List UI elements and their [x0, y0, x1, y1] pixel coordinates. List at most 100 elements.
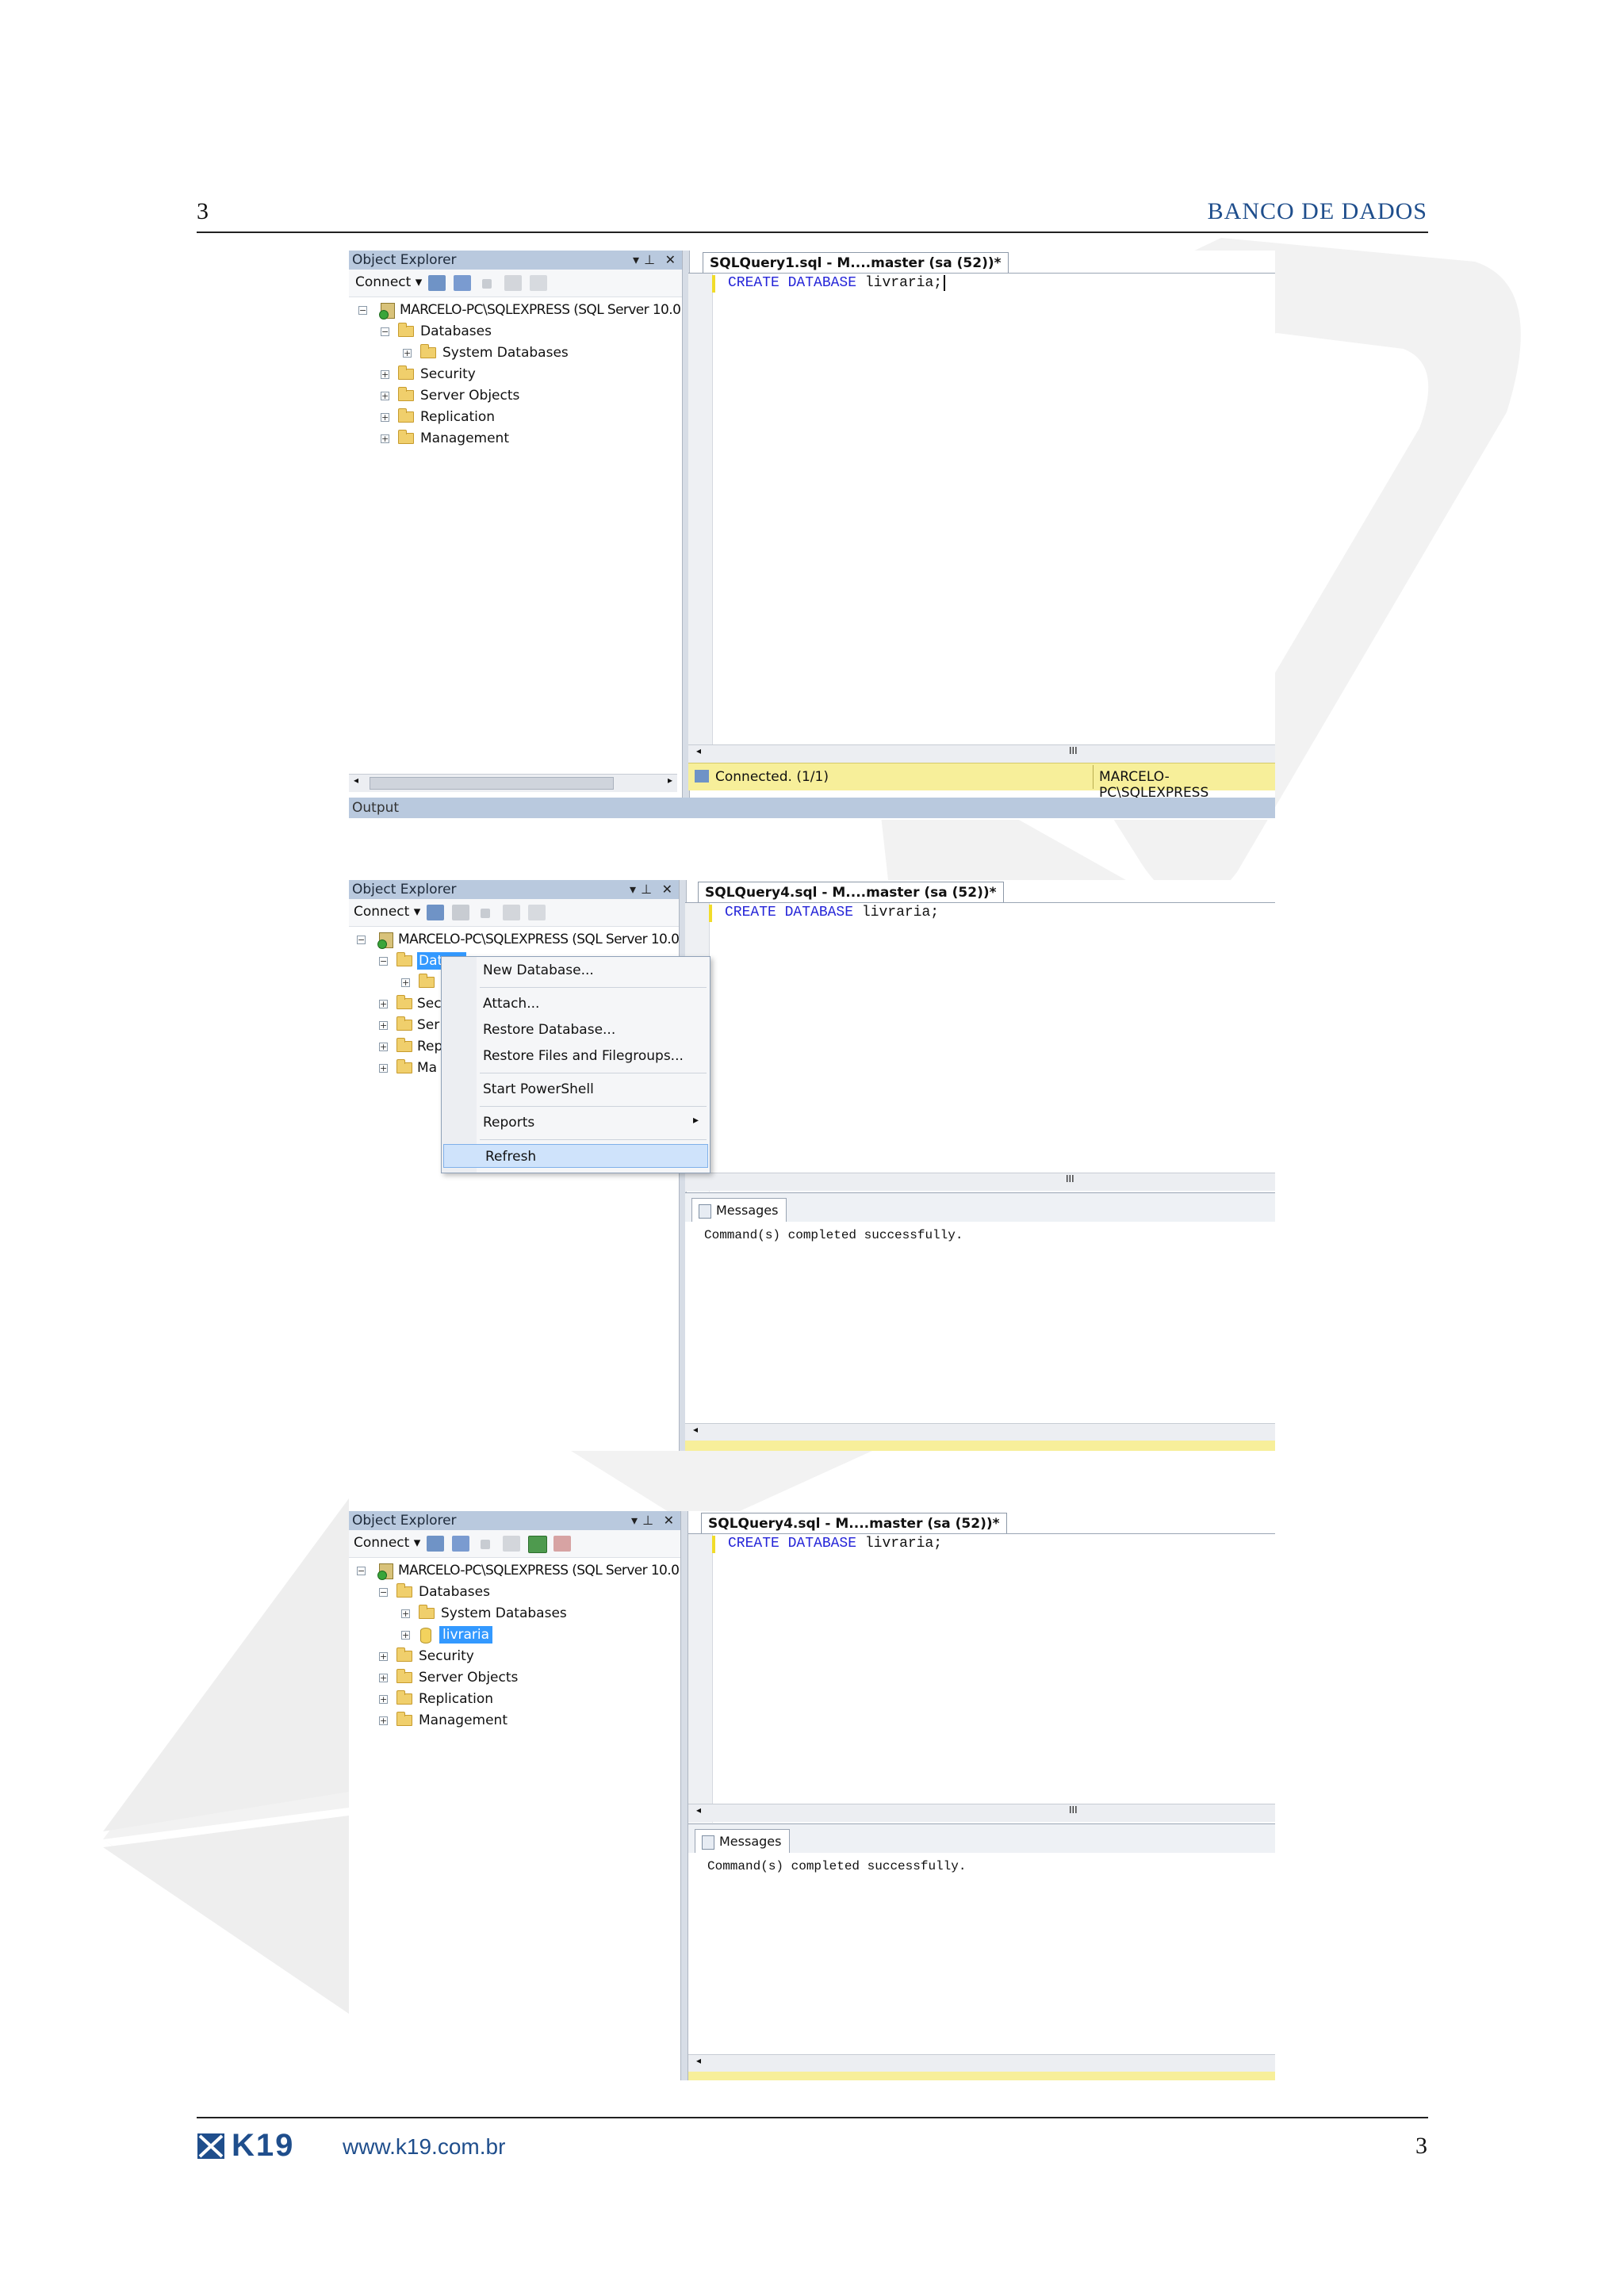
sql-code-line[interactable]: CREATE DATABASE livraria;: [728, 275, 946, 291]
connect-engine-icon[interactable]: [428, 275, 446, 291]
editor-horizontal-scrollbar[interactable]: III: [685, 1173, 1275, 1191]
scroll-right-icon[interactable]: ▸: [668, 775, 672, 786]
output-title: Output: [352, 800, 400, 816]
sql-code-line[interactable]: CREATE DATABASE livraria;: [728, 1536, 942, 1552]
disconnect-icon[interactable]: [454, 275, 471, 291]
menu-item-new-database[interactable]: New Database...: [442, 959, 710, 982]
menu-item-restore-files[interactable]: Restore Files and Filegroups...: [442, 1044, 710, 1068]
script-icon[interactable]: [553, 1536, 571, 1552]
tab-messages[interactable]: Messages: [691, 1198, 787, 1222]
query-editor[interactable]: CREATE DATABASE livraria; ◂ III: [688, 273, 1275, 763]
stop-icon[interactable]: [481, 909, 490, 918]
collapse-icon[interactable]: −: [379, 1588, 388, 1597]
tree-label: System Databases: [442, 345, 569, 361]
stop-icon[interactable]: [482, 279, 492, 289]
filter-icon[interactable]: [504, 275, 522, 291]
expand-icon[interactable]: +: [381, 370, 389, 379]
pin-icon[interactable]: ⊥: [644, 251, 655, 270]
expand-icon[interactable]: +: [403, 349, 412, 358]
menu-item-start-powershell[interactable]: Start PowerShell: [442, 1077, 710, 1101]
filter-icon[interactable]: [503, 1536, 520, 1552]
expand-icon[interactable]: +: [379, 1695, 388, 1704]
sql-keyword: DATABASE: [784, 905, 854, 920]
query-editor[interactable]: CREATE DATABASE livraria; ◂ III: [688, 1533, 1275, 1823]
connect-button[interactable]: Connect ▾: [355, 274, 422, 290]
dropdown-icon[interactable]: ▾: [633, 251, 639, 270]
scroll-thumb[interactable]: [370, 777, 614, 790]
object-explorer-titlebar: Object Explorer ▾ ⊥ ✕: [349, 1511, 680, 1530]
expand-icon[interactable]: +: [379, 1674, 388, 1682]
connect-engine-icon[interactable]: [427, 905, 444, 920]
expand-icon[interactable]: +: [381, 434, 389, 443]
tree-label: Security: [419, 1648, 474, 1664]
pin-icon[interactable]: ⊥: [641, 880, 652, 899]
close-icon[interactable]: ✕: [665, 251, 676, 270]
messages-horizontal-scrollbar[interactable]: ◂: [685, 1423, 1275, 1441]
close-icon[interactable]: ✕: [664, 1511, 674, 1530]
panel-splitter[interactable]: [680, 1511, 688, 2080]
footer-logo-text: K19: [232, 2128, 295, 2163]
tree-server-node[interactable]: − MARCELO-PC\SQLEXPRESS (SQL Server 10.0…: [357, 929, 691, 950]
tree-label: Sec: [417, 996, 442, 1012]
tab-messages[interactable]: Messages: [695, 1829, 791, 1853]
scroll-left-icon[interactable]: ◂: [696, 2055, 701, 2066]
collapse-icon[interactable]: −: [358, 306, 367, 315]
tab-sqlquery4[interactable]: SQLQuery4.sql - M....master (sa (52))*: [698, 882, 1004, 902]
editor-horizontal-scrollbar[interactable]: ◂ III: [688, 744, 1275, 763]
scroll-left-icon[interactable]: ◂: [354, 775, 358, 786]
menu-item-restore-database[interactable]: Restore Database...: [442, 1018, 710, 1042]
sql-code-line[interactable]: CREATE DATABASE livraria;: [725, 905, 939, 920]
query-editor[interactable]: CREATE DATABASE livraria; III: [685, 902, 1275, 1192]
expand-icon[interactable]: +: [401, 978, 410, 987]
changed-line-marker: [712, 275, 715, 293]
tab-sqlquery4[interactable]: SQLQuery4.sql - M....master (sa (52))*: [701, 1513, 1007, 1533]
filter-icon[interactable]: [503, 905, 520, 920]
tree-label: Replication: [420, 409, 496, 425]
disconnect-icon[interactable]: [452, 905, 469, 920]
refresh-icon[interactable]: [528, 1536, 547, 1553]
messages-horizontal-scrollbar[interactable]: ◂: [688, 2054, 1275, 2072]
dropdown-icon[interactable]: ▾: [630, 880, 636, 899]
folder-icon: [396, 1669, 412, 1683]
object-explorer-panel: Object Explorer ▾ ⊥ ✕ Connect ▾ − MARCEL…: [349, 251, 693, 798]
expand-icon[interactable]: +: [379, 1064, 388, 1073]
connect-engine-icon[interactable]: [427, 1536, 444, 1552]
refresh-icon[interactable]: [528, 905, 546, 920]
refresh-icon[interactable]: [530, 275, 547, 291]
collapse-icon[interactable]: −: [357, 936, 366, 944]
dropdown-icon[interactable]: ▾: [631, 1511, 638, 1530]
tree-server-node[interactable]: − MARCELO-PC\SQLEXPRESS (SQL Server 10.0…: [357, 1560, 691, 1581]
expand-icon[interactable]: +: [379, 1652, 388, 1661]
expand-icon[interactable]: +: [379, 1716, 388, 1725]
server-node-label: MARCELO-PC\SQLEXPRESS (SQL Server 10.0.2: [400, 302, 693, 318]
footer-url-link[interactable]: www.k19.com.br: [343, 2134, 505, 2160]
connect-button[interactable]: Connect ▾: [354, 1535, 420, 1551]
menu-item-attach[interactable]: Attach...: [442, 992, 710, 1016]
scroll-left-icon[interactable]: ◂: [693, 1424, 698, 1435]
pin-icon[interactable]: ⊥: [642, 1511, 653, 1530]
expand-icon[interactable]: +: [379, 1043, 388, 1051]
disconnect-icon[interactable]: [452, 1536, 469, 1552]
expand-icon[interactable]: +: [401, 1631, 410, 1640]
tree-server-node[interactable]: − MARCELO-PC\SQLEXPRESS (SQL Server 10.0…: [358, 300, 693, 320]
folder-icon: [419, 974, 435, 988]
connect-button[interactable]: Connect ▾: [354, 904, 420, 920]
expand-icon[interactable]: +: [379, 1000, 388, 1008]
menu-item-refresh[interactable]: Refresh: [443, 1144, 708, 1168]
stop-icon[interactable]: [481, 1540, 490, 1549]
menu-item-reports[interactable]: Reports: [442, 1111, 710, 1135]
editor-horizontal-scrollbar[interactable]: ◂ III: [688, 1804, 1275, 1822]
tree-label: Rep: [417, 1039, 443, 1054]
collapse-icon[interactable]: −: [379, 957, 388, 966]
scroll-left-icon[interactable]: ◂: [696, 745, 701, 756]
tree-horizontal-scrollbar[interactable]: ◂ ▸: [349, 774, 677, 792]
expand-icon[interactable]: +: [381, 392, 389, 400]
scroll-left-icon[interactable]: ◂: [696, 1804, 701, 1816]
collapse-icon[interactable]: −: [381, 327, 389, 336]
expand-icon[interactable]: +: [381, 413, 389, 422]
expand-icon[interactable]: +: [379, 1021, 388, 1030]
collapse-icon[interactable]: −: [357, 1567, 366, 1575]
tab-sqlquery1[interactable]: SQLQuery1.sql - M....master (sa (52))*: [703, 252, 1009, 273]
expand-icon[interactable]: +: [401, 1609, 410, 1618]
close-icon[interactable]: ✕: [662, 880, 672, 899]
